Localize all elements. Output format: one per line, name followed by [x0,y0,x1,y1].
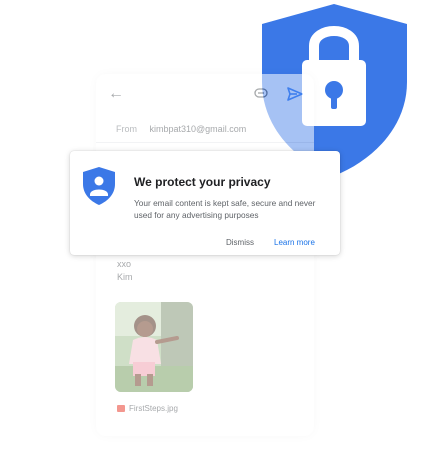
divider [96,142,314,143]
privacy-shield-icon [83,167,115,205]
dialog-title: We protect your privacy [134,175,271,189]
attached-photo[interactable] [115,302,193,392]
image-file-icon [117,405,125,412]
from-label: From [116,124,137,134]
from-email[interactable]: kimbpat310@gmail.com [150,124,247,134]
dialog-body: Your email content is kept safe, secure … [134,198,316,220]
paperclip-icon[interactable] [254,88,268,98]
email-compose-card: ← From kimbpat310@gmail.com xxo Kim Firs… [96,74,314,436]
sign-off-line: xxo [117,259,132,269]
learn-more-button[interactable]: Learn more [274,238,315,247]
privacy-illustration: ← From kimbpat310@gmail.com xxo Kim Firs… [0,0,439,474]
from-row: From kimbpat310@gmail.com [116,124,246,134]
send-icon[interactable] [287,86,303,102]
dismiss-button[interactable]: Dismiss [226,238,254,247]
attachment-chip[interactable]: FirstSteps.jpg [117,404,178,413]
message-sign-off: xxo Kim [117,258,133,284]
back-arrow-icon[interactable]: ← [108,86,124,102]
attachment-name: FirstSteps.jpg [129,404,178,413]
privacy-dialog: We protect your privacy Your email conte… [70,151,340,255]
sign-off-name: Kim [117,272,133,282]
